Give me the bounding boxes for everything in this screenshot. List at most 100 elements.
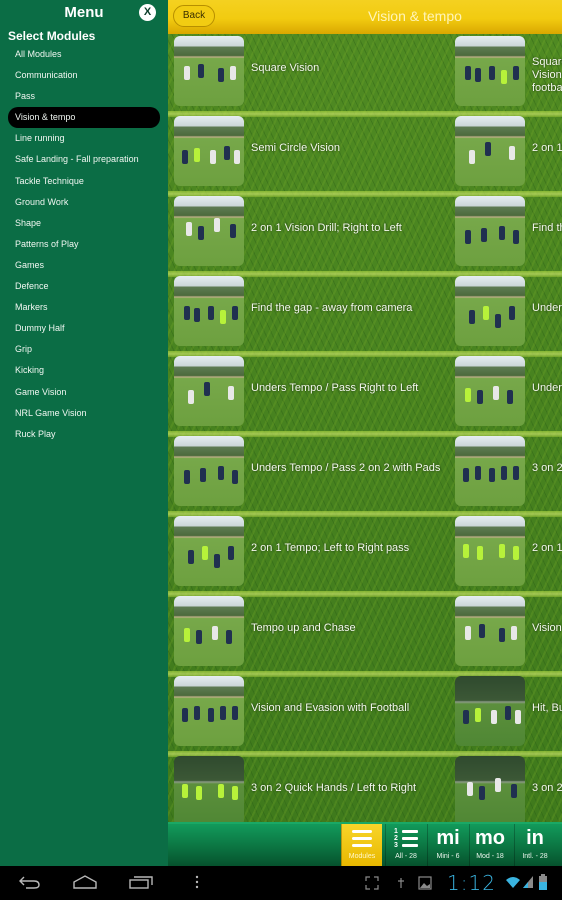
- drill-item[interactable]: Unders Tempo / Pass 2 on 2 with Pads: [174, 436, 454, 508]
- drill-item[interactable]: Find the: [455, 196, 562, 268]
- menu-item-defence[interactable]: Defence: [8, 276, 160, 297]
- drill-item[interactable]: Semi Circle Vision: [174, 116, 454, 188]
- player-figure: [230, 224, 236, 238]
- menu-item-dummy-half[interactable]: Dummy Half: [8, 318, 160, 339]
- tab-label: Mini - 6: [436, 853, 460, 860]
- menu-item-vision-tempo[interactable]: Vision & tempo: [8, 107, 160, 129]
- drill-item[interactable]: Unders Tempo / Pass Right to Left: [174, 356, 454, 428]
- drill-title: Unders: [532, 382, 562, 394]
- drill-item[interactable]: 2 on 1 Tempo; Left to Right pass: [174, 516, 454, 588]
- player-figure: [232, 470, 238, 484]
- player-figure: [184, 470, 190, 484]
- player-figure: [505, 706, 511, 720]
- menu-item-communication[interactable]: Communication: [8, 65, 160, 86]
- player-figure: [230, 66, 236, 80]
- player-figure: [475, 708, 481, 722]
- drill-item[interactable]: Find the gap - away from camera: [174, 276, 454, 348]
- menu-item-pass[interactable]: Pass: [8, 86, 160, 107]
- drill-item[interactable]: Square Vision with football: [455, 36, 562, 108]
- drill-item[interactable]: Tempo up and Chase: [174, 596, 454, 668]
- back-nav-icon[interactable]: [18, 874, 42, 895]
- close-menu-button[interactable]: X: [139, 4, 156, 21]
- drill-title: 3 on 2 Quick Hands / Left to Right: [251, 782, 417, 794]
- player-figure: [218, 466, 224, 480]
- menu-item-markers[interactable]: Markers: [8, 297, 160, 318]
- tab-abbrev: in: [526, 827, 544, 849]
- menu-item-game-vision[interactable]: Game Vision: [8, 382, 160, 403]
- player-figure: [184, 628, 190, 642]
- menu-item-shape[interactable]: Shape: [8, 213, 160, 234]
- tab-intl[interactable]: in Intl. - 28: [514, 824, 555, 866]
- drill-item[interactable]: 3 on 2: [455, 756, 562, 822]
- player-figure: [515, 710, 521, 724]
- drill-item[interactable]: Hit, Bu: [455, 676, 562, 748]
- drill-item[interactable]: 2 on 1: [455, 516, 562, 588]
- fullscreen-icon: [365, 876, 379, 893]
- player-figure: [481, 228, 487, 242]
- tab-label: All - 28: [395, 853, 417, 860]
- player-figure: [475, 68, 481, 82]
- tab-label: Intl. - 28: [522, 853, 548, 860]
- drill-item[interactable]: Square Vision: [174, 36, 454, 108]
- drill-row: Square Vision Square Vision with football: [168, 34, 562, 117]
- menu-item-nrl-game-vision[interactable]: NRL Game Vision: [8, 403, 160, 424]
- player-figure: [226, 630, 232, 644]
- player-figure: [513, 546, 519, 560]
- player-figure: [513, 66, 519, 80]
- drill-item[interactable]: Unders: [455, 356, 562, 428]
- player-figure: [513, 230, 519, 244]
- tab-modules[interactable]: Modules: [341, 824, 382, 866]
- menu-item-grip[interactable]: Grip: [8, 339, 160, 360]
- tab-all[interactable]: 1 2 3 All - 28: [385, 824, 426, 866]
- player-figure: [499, 226, 505, 240]
- drill-title: Hit, Bu: [532, 702, 562, 714]
- drill-item[interactable]: 3 on 2 Quick Hands / Left to Right: [174, 756, 454, 822]
- tab-mini[interactable]: mi Mini - 6: [427, 824, 468, 866]
- menu-item-patterns-of-play[interactable]: Patterns of Play: [8, 234, 160, 255]
- player-figure: [465, 626, 471, 640]
- tab-abbrev: mi: [436, 827, 460, 849]
- player-figure: [511, 626, 517, 640]
- player-figure: [463, 544, 469, 558]
- menu-item-games[interactable]: Games: [8, 255, 160, 276]
- player-figure: [511, 784, 517, 798]
- drill-thumbnail: [174, 276, 244, 346]
- menu-item-kicking[interactable]: Kicking: [8, 360, 160, 381]
- drill-item[interactable]: 2 on 1 Vision Drill; Right to Left: [174, 196, 454, 268]
- drill-item[interactable]: 2 on 1: [455, 116, 562, 188]
- overflow-menu-icon[interactable]: [194, 874, 200, 895]
- status-clock: 1:12: [447, 871, 496, 895]
- drill-grid[interactable]: Square Vision Square Vision with football…: [168, 34, 562, 822]
- page-title: Vision & tempo: [368, 8, 462, 24]
- menu-item-safe-landing-fall-preparation[interactable]: Safe Landing - Fall preparation: [8, 149, 160, 170]
- drill-thumbnail: [455, 116, 525, 186]
- player-figure: [467, 782, 473, 796]
- battery-icon: [539, 874, 547, 893]
- player-figure: [196, 630, 202, 644]
- player-figure: [228, 386, 234, 400]
- back-button[interactable]: Back: [173, 5, 215, 27]
- menu-drawer: Menu X Select Modules All Modules Communi…: [0, 0, 168, 866]
- menu-item-ruck-play[interactable]: Ruck Play: [8, 424, 160, 445]
- menu-item-ground-work[interactable]: Ground Work: [8, 192, 160, 213]
- drill-thumbnail: [455, 356, 525, 426]
- player-figure: [220, 310, 226, 324]
- menu-item-tackle-technique[interactable]: Tackle Technique: [8, 171, 160, 192]
- player-figure: [232, 306, 238, 320]
- player-figure: [463, 468, 469, 482]
- drill-item[interactable]: 3 on 2: [455, 436, 562, 508]
- drill-item[interactable]: Unders: [455, 276, 562, 348]
- player-figure: [232, 706, 238, 720]
- drill-item[interactable]: Vision: [455, 596, 562, 668]
- menu-item-line-running[interactable]: Line running: [8, 128, 160, 149]
- top-bar: Back Vision & tempo: [168, 0, 562, 34]
- player-figure: [182, 150, 188, 164]
- player-figure: [475, 466, 481, 480]
- tab-mod[interactable]: mo Mod - 18: [469, 824, 510, 866]
- player-figure: [463, 710, 469, 724]
- menu-item-all-modules[interactable]: All Modules: [8, 44, 160, 65]
- home-nav-icon[interactable]: [72, 874, 98, 895]
- drill-row: Vision and Evasion with Football Hit, Bu: [168, 674, 562, 757]
- recent-apps-nav-icon[interactable]: [128, 874, 154, 895]
- drill-item[interactable]: Vision and Evasion with Football: [174, 676, 454, 748]
